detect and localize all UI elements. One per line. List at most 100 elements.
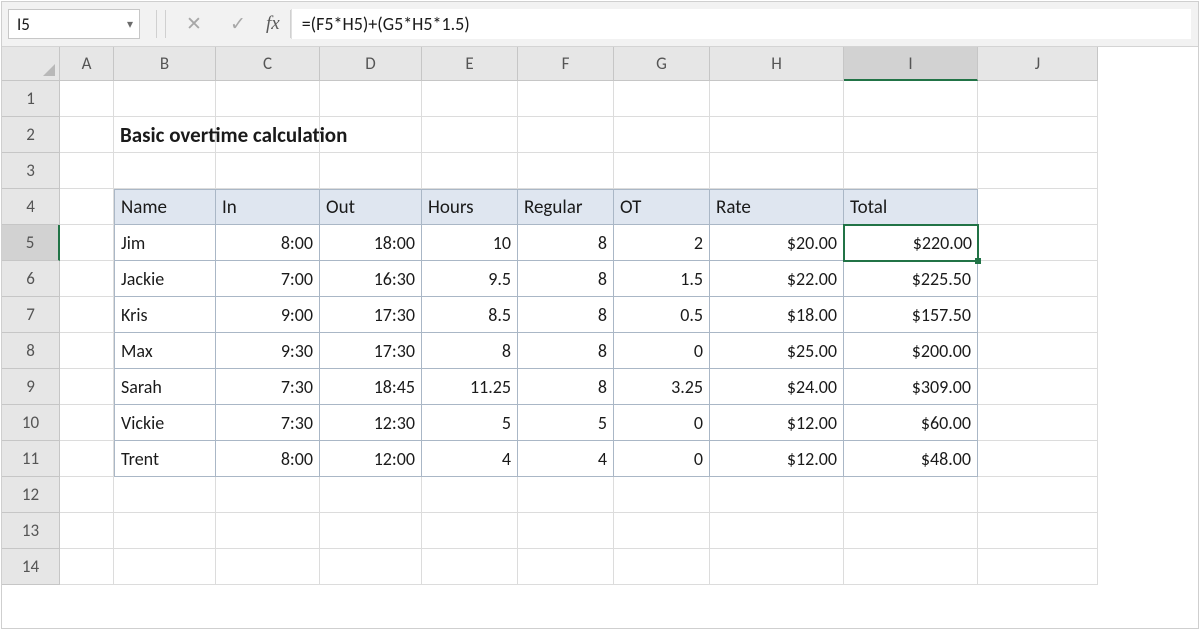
cell[interactable] <box>320 549 422 585</box>
cell-name[interactable]: Jim <box>114 225 216 261</box>
col-header-G[interactable]: G <box>614 47 710 81</box>
cell[interactable] <box>60 153 114 189</box>
cell[interactable] <box>114 513 216 549</box>
cell-ot[interactable]: 3.25 <box>614 369 710 405</box>
cell[interactable] <box>422 477 518 513</box>
cell-ot[interactable]: 1.5 <box>614 261 710 297</box>
col-header-A[interactable]: A <box>60 47 114 81</box>
cell[interactable] <box>614 513 710 549</box>
cell-rate[interactable]: $24.00 <box>710 369 844 405</box>
th-regular[interactable]: Regular <box>518 189 614 225</box>
cell[interactable] <box>978 513 1098 549</box>
cell-ot[interactable]: 0 <box>614 333 710 369</box>
cell[interactable] <box>60 117 114 153</box>
cell-regular[interactable]: 5 <box>518 405 614 441</box>
cell-regular[interactable]: 8 <box>518 225 614 261</box>
cell[interactable] <box>216 549 320 585</box>
cell[interactable] <box>518 117 614 153</box>
cell[interactable] <box>614 477 710 513</box>
enter-button[interactable]: ✓ <box>216 2 260 46</box>
cell-in[interactable]: 7:30 <box>216 405 320 441</box>
cell[interactable] <box>614 153 710 189</box>
cell-name[interactable]: Max <box>114 333 216 369</box>
row-header-4[interactable]: 4 <box>2 189 60 225</box>
cell[interactable] <box>216 117 320 153</box>
cell[interactable] <box>60 441 114 477</box>
cell[interactable] <box>60 189 114 225</box>
cell-out[interactable]: 17:30 <box>320 297 422 333</box>
cell[interactable] <box>978 369 1098 405</box>
cell-ot[interactable]: 0.5 <box>614 297 710 333</box>
cell[interactable] <box>320 81 422 117</box>
cell[interactable] <box>614 549 710 585</box>
cell[interactable] <box>320 117 422 153</box>
cell-ot[interactable]: 2 <box>614 225 710 261</box>
cell-in[interactable]: 8:00 <box>216 225 320 261</box>
row-header-13[interactable]: 13 <box>2 513 60 549</box>
cell[interactable] <box>60 333 114 369</box>
col-header-D[interactable]: D <box>320 47 422 81</box>
cell-ot[interactable]: 0 <box>614 405 710 441</box>
row-header-5[interactable]: 5 <box>2 225 60 261</box>
cell[interactable] <box>978 297 1098 333</box>
cell[interactable] <box>844 477 978 513</box>
cell-rate[interactable]: $20.00 <box>710 225 844 261</box>
col-header-F[interactable]: F <box>518 47 614 81</box>
sheet-grid[interactable]: A B C D E F G H I J 1 2 <box>2 47 1198 585</box>
cell[interactable] <box>710 117 844 153</box>
th-total[interactable]: Total <box>844 189 978 225</box>
row-header-6[interactable]: 6 <box>2 261 60 297</box>
cell[interactable] <box>518 81 614 117</box>
cell-regular[interactable]: 8 <box>518 369 614 405</box>
cell[interactable] <box>518 477 614 513</box>
cell[interactable] <box>978 153 1098 189</box>
cell-in[interactable]: 7:00 <box>216 261 320 297</box>
cell[interactable] <box>710 513 844 549</box>
row-header-7[interactable]: 7 <box>2 297 60 333</box>
col-header-H[interactable]: H <box>710 47 844 81</box>
cell[interactable] <box>710 549 844 585</box>
cell[interactable] <box>216 81 320 117</box>
cell-hours[interactable]: 10 <box>422 225 518 261</box>
cell[interactable] <box>216 153 320 189</box>
cell[interactable] <box>60 369 114 405</box>
cell-out[interactable]: 18:00 <box>320 225 422 261</box>
cell-total[interactable]: $225.50 <box>844 261 978 297</box>
row-header-12[interactable]: 12 <box>2 477 60 513</box>
cell-in[interactable]: 8:00 <box>216 441 320 477</box>
name-box[interactable]: I5 ▾ <box>8 9 140 39</box>
row-header-2[interactable]: 2 <box>2 117 60 153</box>
col-header-I[interactable]: I <box>844 47 978 81</box>
cell-ot[interactable]: 0 <box>614 441 710 477</box>
cell[interactable] <box>422 153 518 189</box>
formula-input[interactable]: =(F5*H5)+(G5*H5*1.5) <box>291 9 1191 39</box>
cell[interactable] <box>60 225 114 261</box>
cell-name[interactable]: Trent <box>114 441 216 477</box>
cell[interactable] <box>978 549 1098 585</box>
cell-total[interactable]: $309.00 <box>844 369 978 405</box>
cell[interactable] <box>60 513 114 549</box>
row-header-10[interactable]: 10 <box>2 405 60 441</box>
cell[interactable] <box>320 477 422 513</box>
cell[interactable] <box>114 549 216 585</box>
col-header-J[interactable]: J <box>978 47 1098 81</box>
cell[interactable] <box>978 225 1098 261</box>
th-ot[interactable]: OT <box>614 189 710 225</box>
cell[interactable] <box>320 153 422 189</box>
row-header-3[interactable]: 3 <box>2 153 60 189</box>
cell-regular[interactable]: 4 <box>518 441 614 477</box>
cell-total[interactable]: $200.00 <box>844 333 978 369</box>
th-in[interactable]: In <box>216 189 320 225</box>
cell-total[interactable]: $157.50 <box>844 297 978 333</box>
cell[interactable] <box>422 117 518 153</box>
col-header-C[interactable]: C <box>216 47 320 81</box>
cell[interactable] <box>60 297 114 333</box>
cell-rate[interactable]: $22.00 <box>710 261 844 297</box>
cell[interactable] <box>978 405 1098 441</box>
cell[interactable] <box>978 333 1098 369</box>
cell-rate[interactable]: $12.00 <box>710 441 844 477</box>
row-header-14[interactable]: 14 <box>2 549 60 585</box>
cell-in[interactable]: 9:30 <box>216 333 320 369</box>
cell[interactable] <box>60 405 114 441</box>
cell[interactable] <box>60 549 114 585</box>
